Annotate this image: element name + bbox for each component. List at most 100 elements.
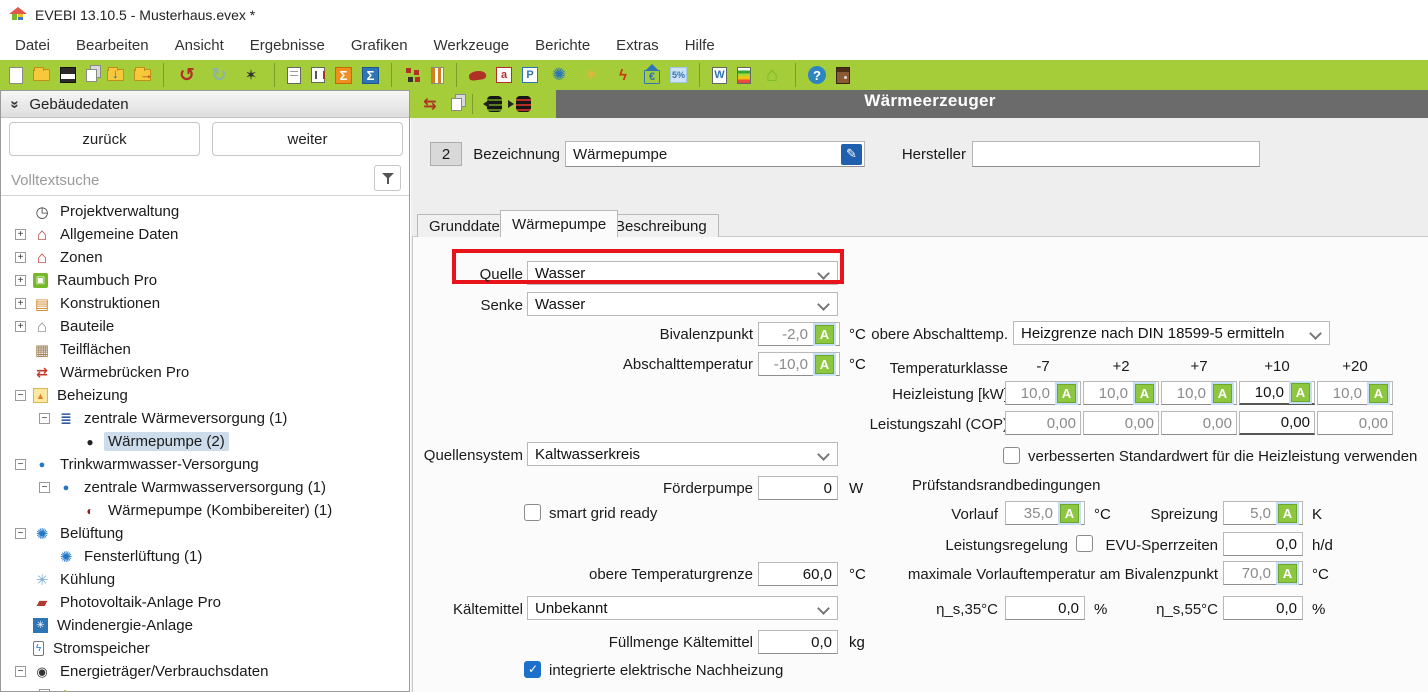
tree-item[interactable]: − ✺ Belüftung bbox=[1, 522, 409, 545]
tree-item[interactable]: ▰ Photovoltaik-Anlage Pro bbox=[1, 591, 409, 614]
quellensystem-select[interactable]: Kaltwasserkreis bbox=[527, 442, 838, 466]
next-button[interactable]: weiter bbox=[212, 122, 403, 156]
auto-value-button[interactable]: A bbox=[815, 325, 834, 344]
electric-module-icon[interactable]: ϟ bbox=[612, 64, 634, 86]
auto-value-button[interactable]: A bbox=[1135, 384, 1154, 403]
hersteller-input[interactable] bbox=[972, 141, 1260, 167]
tree-item[interactable]: + ▤ Konstruktionen bbox=[1, 292, 409, 315]
menu-item[interactable]: Werkzeuge bbox=[421, 33, 523, 58]
database-save-icon[interactable] bbox=[516, 96, 531, 112]
tree-item[interactable]: − ▲ Beheizung bbox=[1, 384, 409, 407]
menu-item[interactable]: Ansicht bbox=[162, 33, 237, 58]
auto-value-button[interactable]: A bbox=[1278, 504, 1297, 523]
heizleistung-input[interactable]: 10,0 A bbox=[1239, 381, 1315, 405]
edit-pencil-button[interactable]: ✎ bbox=[841, 144, 862, 165]
tariff-module-icon[interactable]: 5% bbox=[670, 67, 687, 83]
help-icon[interactable]: ? bbox=[808, 66, 826, 84]
database-load-icon[interactable] bbox=[487, 96, 502, 112]
tree-item[interactable]: ✳ Kühlung bbox=[1, 568, 409, 591]
eta-s-35-input[interactable]: 0,0 bbox=[1005, 596, 1085, 620]
leistungszahl-input[interactable]: 0,00 bbox=[1161, 411, 1237, 435]
auto-value-button[interactable]: A bbox=[1369, 384, 1388, 403]
leistungszahl-input[interactable]: 0,00 bbox=[1317, 411, 1393, 435]
tree-expander[interactable]: + bbox=[15, 229, 26, 240]
bivalenzpunkt-input[interactable]: -2,0 A bbox=[758, 322, 840, 346]
menu-item[interactable]: Hilfe bbox=[672, 33, 728, 58]
heizleistung-input[interactable]: 10,0 A bbox=[1083, 381, 1159, 405]
export-icon[interactable] bbox=[134, 69, 151, 81]
tree-expander[interactable]: + bbox=[15, 275, 26, 286]
kaeltemittel-select[interactable]: Unbekannt bbox=[527, 596, 838, 620]
menu-item[interactable]: Extras bbox=[603, 33, 672, 58]
tree-item[interactable]: + ⌂ Zonen bbox=[1, 246, 409, 269]
tree-expander[interactable]: + bbox=[39, 689, 50, 691]
menu-item[interactable]: Ergebnisse bbox=[237, 33, 338, 58]
p-module-icon[interactable]: P bbox=[522, 67, 538, 83]
tab-beschreibung[interactable]: Beschreibung bbox=[603, 214, 719, 237]
obere-temperaturgrenze-input[interactable]: 60,0 bbox=[758, 562, 838, 586]
tree-item[interactable]: ◐ Wärmepumpe (Kombibereiter) (1) bbox=[1, 499, 409, 522]
auto-value-button[interactable]: A bbox=[1291, 383, 1310, 402]
heizleistung-input[interactable]: 10,0 A bbox=[1005, 381, 1081, 405]
leistungszahl-input[interactable]: 0,00 bbox=[1239, 411, 1315, 435]
transfer-icon[interactable]: ⇆ bbox=[419, 93, 441, 115]
tree-item[interactable]: − ≣ zentrale Wärmeversorgung (1) bbox=[1, 407, 409, 430]
fuellmenge-input[interactable]: 0,0 bbox=[758, 630, 838, 654]
smart-grid-ready-checkbox[interactable] bbox=[524, 504, 541, 521]
exit-icon[interactable] bbox=[836, 67, 850, 84]
menu-item[interactable]: Datei bbox=[2, 33, 63, 58]
filter-button[interactable] bbox=[374, 165, 401, 191]
auto-value-button[interactable]: A bbox=[1060, 504, 1079, 523]
auto-value-button[interactable]: A bbox=[1213, 384, 1232, 403]
results-sum-icon[interactable]: Σ bbox=[362, 67, 379, 84]
ventilation-module-icon[interactable]: ✺ bbox=[548, 64, 570, 86]
tree-item[interactable]: + ϟ bbox=[1, 683, 409, 691]
tree-expander[interactable]: − bbox=[15, 390, 26, 401]
measure-a-icon[interactable]: a bbox=[496, 67, 512, 83]
auto-value-button[interactable]: A bbox=[1278, 564, 1297, 583]
tree-expander[interactable]: + bbox=[15, 298, 26, 309]
tree-item[interactable]: ✳ Windenergie-Anlage bbox=[1, 614, 409, 637]
tree-item[interactable]: − ● Trinkwarmwasser-Versorgung bbox=[1, 453, 409, 476]
scheme-icon[interactable] bbox=[404, 67, 421, 83]
tree-item[interactable]: ⇄ Wärmebrücken Pro bbox=[1, 361, 409, 384]
tree-expander[interactable]: − bbox=[39, 482, 50, 493]
tree-item[interactable]: ✺ Fensterlüftung (1) bbox=[1, 545, 409, 568]
back-button[interactable]: zurück bbox=[9, 122, 200, 156]
copy-icon[interactable] bbox=[86, 69, 97, 82]
tree-item[interactable]: + ⌂ Bauteile bbox=[1, 315, 409, 338]
tree-item[interactable]: + ⌂ Allgemeine Daten bbox=[1, 223, 409, 246]
solar-module-icon[interactable]: ☀ bbox=[580, 64, 602, 86]
tree-expander[interactable]: − bbox=[39, 413, 50, 424]
compare-icon[interactable] bbox=[311, 67, 325, 83]
input-report-icon[interactable] bbox=[287, 67, 301, 84]
tree-item[interactable]: − ● zentrale Warmwasserversorgung (1) bbox=[1, 476, 409, 499]
leistungsregelung-checkbox[interactable] bbox=[1076, 535, 1093, 552]
quelle-select[interactable]: Wasser bbox=[527, 261, 838, 285]
tree-expander[interactable]: − bbox=[15, 666, 26, 677]
tree-expander[interactable]: − bbox=[15, 459, 26, 470]
sidebar-header[interactable]: » Gebäudedaten bbox=[1, 90, 409, 118]
new-file-icon[interactable] bbox=[9, 67, 23, 84]
duplicate-icon[interactable] bbox=[451, 98, 462, 111]
obere-abschalttemp-select[interactable]: Heizgrenze nach DIN 18599-5 ermitteln bbox=[1013, 321, 1330, 345]
menu-item[interactable]: Grafiken bbox=[338, 33, 421, 58]
vorlauf-input[interactable]: 35,0 A bbox=[1005, 501, 1085, 525]
menu-item[interactable]: Berichte bbox=[522, 33, 603, 58]
economy-module-icon[interactable]: € bbox=[644, 70, 660, 84]
wizard-icon[interactable]: ✶ bbox=[240, 64, 262, 86]
heizleistung-input[interactable]: 10,0 A bbox=[1161, 381, 1237, 405]
max-vorlauftemperatur-input[interactable]: 70,0 A bbox=[1223, 561, 1303, 585]
undo-icon[interactable]: ↺ bbox=[176, 64, 198, 86]
foerderpumpe-input[interactable]: 0 bbox=[758, 476, 838, 500]
tree-item[interactable]: ▦ Teilflächen bbox=[1, 338, 409, 361]
tree-item[interactable]: ◷ Projektverwaltung bbox=[1, 200, 409, 223]
abschalttemperatur-input[interactable]: -10,0 A bbox=[758, 352, 840, 376]
evu-sperrzeiten-input[interactable]: 0,0 bbox=[1223, 532, 1303, 556]
tree-item[interactable]: − ◉ Energieträger/Verbrauchsdaten bbox=[1, 660, 409, 683]
collapse-chevron-icon[interactable]: » bbox=[7, 100, 24, 108]
spreizung-input[interactable]: 5,0 A bbox=[1223, 501, 1303, 525]
consultant-cap-icon[interactable] bbox=[468, 69, 486, 80]
redo-icon[interactable]: ↻ bbox=[208, 64, 230, 86]
word-report-icon[interactable]: W bbox=[712, 67, 727, 84]
